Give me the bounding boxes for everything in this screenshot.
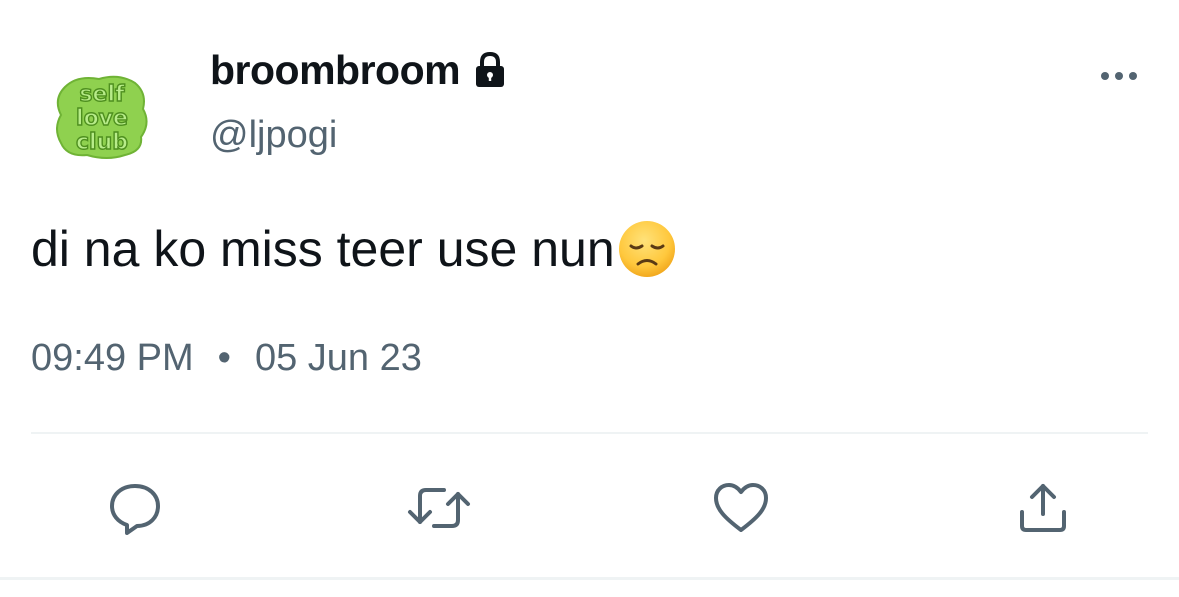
display-name[interactable]: broombroom bbox=[210, 49, 461, 91]
reply-icon bbox=[110, 484, 160, 535]
avatar-text-self: self bbox=[79, 82, 125, 107]
tweet-text-content: di na ko miss teer use nun bbox=[31, 221, 615, 277]
avatar-text-club: club bbox=[76, 130, 128, 155]
tweet-text: di na ko miss teer use nun bbox=[31, 219, 677, 279]
disappointed-face-icon bbox=[617, 219, 677, 279]
tweet-time[interactable]: 09:49 PM bbox=[31, 336, 194, 380]
like-button[interactable] bbox=[708, 475, 774, 541]
more-horizontal-icon bbox=[1101, 72, 1137, 80]
lock-icon bbox=[470, 50, 510, 90]
more-options-button[interactable] bbox=[1089, 56, 1149, 96]
avatar-text-love: love bbox=[76, 106, 128, 131]
divider bbox=[31, 432, 1148, 434]
retweet-icon bbox=[408, 488, 470, 528]
heart-icon bbox=[714, 483, 768, 532]
user-name-row: broombroom bbox=[210, 44, 510, 96]
reply-button[interactable] bbox=[102, 475, 168, 541]
share-button[interactable] bbox=[1010, 475, 1076, 541]
avatar[interactable]: self love club bbox=[40, 52, 164, 176]
self-love-club-logo: self love club bbox=[56, 75, 148, 159]
meta-separator: • bbox=[217, 337, 231, 379]
tweet-date[interactable]: 05 Jun 23 bbox=[255, 336, 422, 380]
retweet-button[interactable] bbox=[406, 475, 472, 541]
user-handle[interactable]: @ljpogi bbox=[210, 116, 337, 154]
tweet-meta: 09:49 PM • 05 Jun 23 bbox=[31, 336, 422, 380]
bottom-divider bbox=[0, 577, 1179, 580]
share-icon bbox=[1020, 484, 1066, 532]
